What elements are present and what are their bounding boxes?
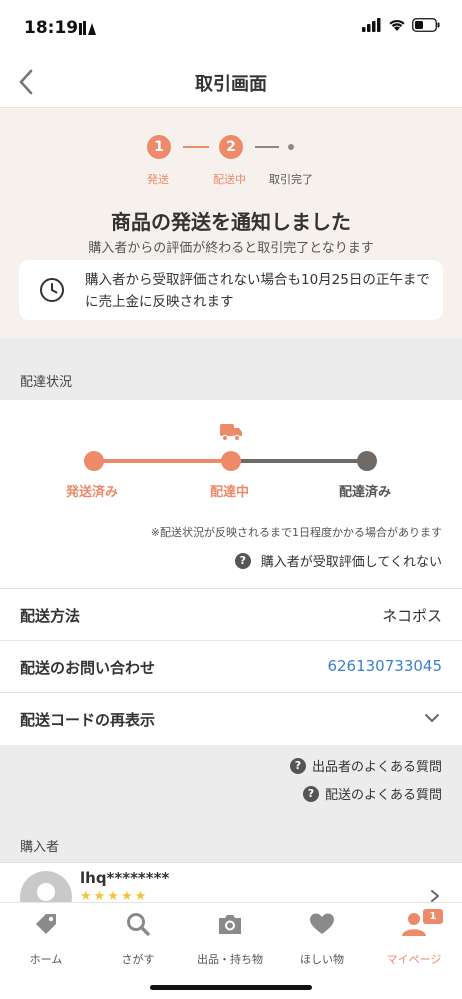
tab-home[interactable]: ホーム — [0, 911, 92, 967]
redisplay-shipping-code-row[interactable]: 配送コードの再表示 — [0, 692, 462, 744]
shipping-method-value: ネコポス — [382, 607, 442, 625]
step-3-label: 取引完了 — [269, 173, 313, 186]
shipping-method-row: 配送方法 ネコポス — [0, 588, 462, 640]
stage-shipped-node — [84, 451, 104, 471]
question-icon: ? — [289, 757, 306, 774]
buyer-no-review-help-link[interactable]: ? 購入者が受取評価してくれない — [234, 551, 442, 570]
delivery-section-header: 配達状況 — [0, 338, 462, 400]
chevron-down-icon — [425, 714, 439, 722]
status-time: 18:19 — [24, 18, 79, 38]
truck-icon — [220, 424, 242, 442]
tab-search-label: さがす — [121, 953, 155, 966]
home-indicator — [150, 985, 312, 990]
deadline-info-box: 購入者から受取評価されない場合も10月25日の正午までに売上金に反映されます — [19, 260, 443, 320]
shipping-faq-link[interactable]: ? 配送のよくある質問 — [302, 784, 442, 803]
tracking-number-link[interactable]: 626130733045 — [327, 657, 442, 675]
seller-faq-text: 出品者のよくある質問 — [311, 760, 442, 775]
buyer-avatar — [20, 871, 72, 902]
tab-search[interactable]: さがす — [92, 911, 184, 967]
navigation-bar: 取引画面 — [0, 56, 462, 108]
status-bar: 18:19 — [0, 0, 462, 56]
question-icon: ? — [302, 785, 319, 802]
default-avatar-icon — [37, 883, 55, 901]
delivery-section-title: 配達状況 — [20, 375, 73, 390]
question-icon: ? — [234, 552, 251, 569]
redisplay-shipping-code-label: 配送コードの再表示 — [20, 711, 156, 729]
buyer-section-title: 購入者 — [20, 840, 60, 855]
tab-mypage[interactable]: 1 マイページ — [368, 909, 460, 967]
delivery-status-note: ※配送状況が反映されるまで1日程度かかる場合があります — [150, 526, 442, 539]
camera-icon — [219, 915, 241, 934]
step-connector-1 — [183, 146, 209, 148]
cellular-signal-icon — [362, 18, 381, 32]
shipping-method-label: 配送方法 — [20, 607, 81, 625]
step-1-label: 発送 — [147, 173, 169, 186]
heart-icon — [310, 913, 334, 934]
page-title: 取引画面 — [195, 74, 267, 95]
shipping-inquiry-label: 配送のお問い合わせ — [20, 659, 156, 677]
tab-wishlist[interactable]: ほしい物 — [276, 911, 368, 967]
notice-subtitle: 購入者からの評価が終わると取引完了となります — [88, 241, 374, 256]
chevron-right-icon — [431, 890, 439, 902]
tab-home-label: ホーム — [29, 953, 63, 966]
notification-badge: 1 — [423, 909, 443, 924]
shipping-faq-text: 配送のよくある質問 — [324, 788, 442, 803]
deadline-info-text: 購入者から受取評価されない場合も10月25日の正午までに売上金に反映されます — [85, 272, 430, 310]
search-icon — [127, 913, 150, 936]
step-3-dot — [288, 144, 294, 150]
step-connector-2 — [255, 146, 279, 148]
buyer-name: lhq******** — [80, 869, 170, 887]
wifi-icon — [389, 19, 405, 31]
step-1-circle: 1 — [147, 135, 171, 159]
stage-in-transit-node — [221, 451, 241, 471]
clock-icon — [40, 278, 64, 302]
transaction-progress: 1 2 発送 配送中 取引完了 商品の発送を通知しました 購入者からの評価が終わ… — [0, 108, 462, 338]
tab-mypage-label: マイページ — [386, 953, 442, 966]
notice-title: 商品の発送を通知しました — [111, 210, 351, 234]
bottom-tab-bar: ホーム さがす 出品・持ち物 ほしい物 1 マイページ — [0, 902, 462, 999]
app-activity-icon — [79, 21, 96, 35]
shipping-inquiry-row: 配送のお問い合わせ 626130733045 — [0, 640, 462, 692]
step-2-circle: 2 — [219, 135, 243, 159]
buyer-profile-row[interactable]: lhq******** ★★★★★ — [0, 862, 462, 902]
buyer-no-review-help-text: 購入者が受取評価してくれない — [260, 555, 442, 570]
faq-area: ? 出品者のよくある質問 ? 配送のよくある質問 購入者 — [0, 745, 462, 862]
tab-wishlist-label: ほしい物 — [300, 953, 344, 966]
step-2-label: 配送中 — [213, 173, 246, 186]
stage-delivered-node — [357, 451, 377, 471]
seller-faq-link[interactable]: ? 出品者のよくある質問 — [289, 756, 442, 775]
battery-icon — [412, 18, 440, 32]
delivery-tracker: 発送済み 配達中 配達済み ※配送状況が反映されるまで1日程度かかる場合がありま… — [0, 400, 462, 588]
stage-in-transit-label: 配達中 — [210, 485, 250, 500]
buyer-rating-stars: ★★★★★ — [80, 889, 149, 902]
tab-listing-label: 出品・持ち物 — [197, 953, 263, 966]
stage-delivered-label: 配達済み — [339, 485, 392, 500]
stage-shipped-label: 発送済み — [66, 485, 119, 500]
tab-listing[interactable]: 出品・持ち物 — [184, 911, 276, 967]
status-indicators — [362, 18, 440, 32]
track-line-pending — [231, 459, 367, 463]
tag-icon — [36, 914, 56, 934]
track-line-done — [94, 459, 231, 463]
